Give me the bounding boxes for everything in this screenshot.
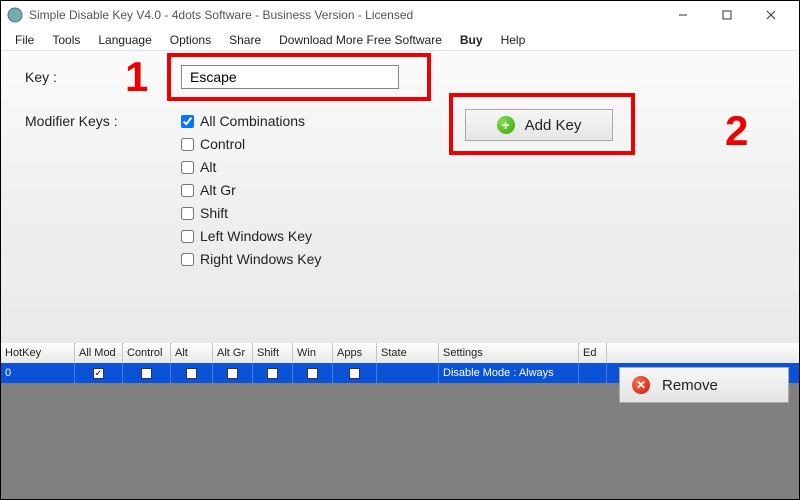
cell-checkbox <box>349 368 360 379</box>
modifier-label: Shift <box>200 205 228 221</box>
col-alt[interactable]: Alt <box>171 343 213 363</box>
cell-checkbox <box>186 368 197 379</box>
modifier-list: All Combinations Control Alt Alt Gr Shift Lef… <box>181 113 321 267</box>
menu-help[interactable]: Help <box>493 31 534 49</box>
cell-checkbox <box>307 368 318 379</box>
modifier-alt-gr[interactable]: Alt Gr <box>181 182 321 198</box>
col-control[interactable]: Control <box>123 343 171 363</box>
col-all-mod[interactable]: All Mod <box>75 343 123 363</box>
col-alt-gr[interactable]: Alt Gr <box>213 343 253 363</box>
grid-cell <box>253 363 293 383</box>
col-ed[interactable]: Ed <box>579 343 607 363</box>
grid-cell: ✓ <box>75 363 123 383</box>
grid-header: HotKeyAll ModControlAltAlt GrShiftWinApp… <box>1 343 799 363</box>
menu-options[interactable]: Options <box>162 31 219 49</box>
modifier-alt[interactable]: Alt <box>181 159 321 175</box>
annotation-number-1: 1 <box>125 53 148 101</box>
grid-cell: 0 <box>1 363 75 383</box>
titlebar: Simple Disable Key V4.0 - 4dots Software… <box>1 1 799 29</box>
maximize-button[interactable] <box>705 2 749 28</box>
window-title: Simple Disable Key V4.0 - 4dots Software… <box>29 8 661 22</box>
menubar: FileToolsLanguageOptionsShareDownload Mo… <box>1 29 799 51</box>
col-win[interactable]: Win <box>293 343 333 363</box>
modifier-all-combinations[interactable]: All Combinations <box>181 113 321 129</box>
modifier-checkbox[interactable] <box>181 207 194 220</box>
modifier-label: Right Windows Key <box>200 251 321 267</box>
key-label: Key : <box>25 69 57 85</box>
modifier-control[interactable]: Control <box>181 136 321 152</box>
modifier-checkbox[interactable] <box>181 138 194 151</box>
modifier-checkbox[interactable] <box>181 230 194 243</box>
remove-button[interactable]: ✕ Remove <box>619 367 789 403</box>
cell-checkbox <box>227 368 238 379</box>
menu-download-more-free-software[interactable]: Download More Free Software <box>271 31 450 49</box>
add-key-label: Add Key <box>525 117 582 134</box>
menu-share[interactable]: Share <box>221 31 269 49</box>
modifier-left-windows-key[interactable]: Left Windows Key <box>181 228 321 244</box>
window-controls <box>661 2 793 28</box>
menu-file[interactable]: File <box>7 31 42 49</box>
grid-cell <box>377 363 439 383</box>
modifier-label: Left Windows Key <box>200 228 312 244</box>
cell-checkbox <box>267 368 278 379</box>
grid-cell <box>333 363 377 383</box>
minimize-button[interactable] <box>661 2 705 28</box>
grid-cell <box>171 363 213 383</box>
client-area: Key : Modifier Keys : All Combinations Co… <box>1 51 799 343</box>
menu-tools[interactable]: Tools <box>44 31 88 49</box>
menu-language[interactable]: Language <box>90 31 159 49</box>
app-icon <box>7 7 23 23</box>
col-settings[interactable]: Settings <box>439 343 579 363</box>
cell-checkbox: ✓ <box>93 368 104 379</box>
grid-cell <box>213 363 253 383</box>
x-circle-icon: ✕ <box>632 376 650 394</box>
modifier-label: All Combinations <box>200 113 305 129</box>
key-input[interactable] <box>181 65 399 89</box>
annotation-number-2: 2 <box>725 107 748 155</box>
modifier-label: Alt Gr <box>200 182 236 198</box>
menu-buy[interactable]: Buy <box>452 31 491 49</box>
close-button[interactable] <box>749 2 793 28</box>
remove-label: Remove <box>662 377 718 394</box>
col-hotkey[interactable]: HotKey <box>1 343 75 363</box>
modifier-checkbox[interactable] <box>181 184 194 197</box>
modifier-right-windows-key[interactable]: Right Windows Key <box>181 251 321 267</box>
modifier-checkbox[interactable] <box>181 161 194 174</box>
col-shift[interactable]: Shift <box>253 343 293 363</box>
grid-cell <box>293 363 333 383</box>
modifier-checkbox[interactable] <box>181 115 194 128</box>
modifier-keys-label: Modifier Keys : <box>25 113 118 129</box>
grid-cell: Disable Mode : Always <box>439 363 579 383</box>
col-apps[interactable]: Apps <box>333 343 377 363</box>
grid-cell <box>123 363 171 383</box>
cell-checkbox <box>141 368 152 379</box>
add-key-button[interactable]: + Add Key <box>465 109 613 141</box>
modifier-shift[interactable]: Shift <box>181 205 321 221</box>
modifier-checkbox[interactable] <box>181 253 194 266</box>
plus-circle-icon: + <box>497 116 515 134</box>
modifier-label: Control <box>200 136 245 152</box>
modifier-label: Alt <box>200 159 216 175</box>
col-state[interactable]: State <box>377 343 439 363</box>
grid-cell <box>579 363 607 383</box>
